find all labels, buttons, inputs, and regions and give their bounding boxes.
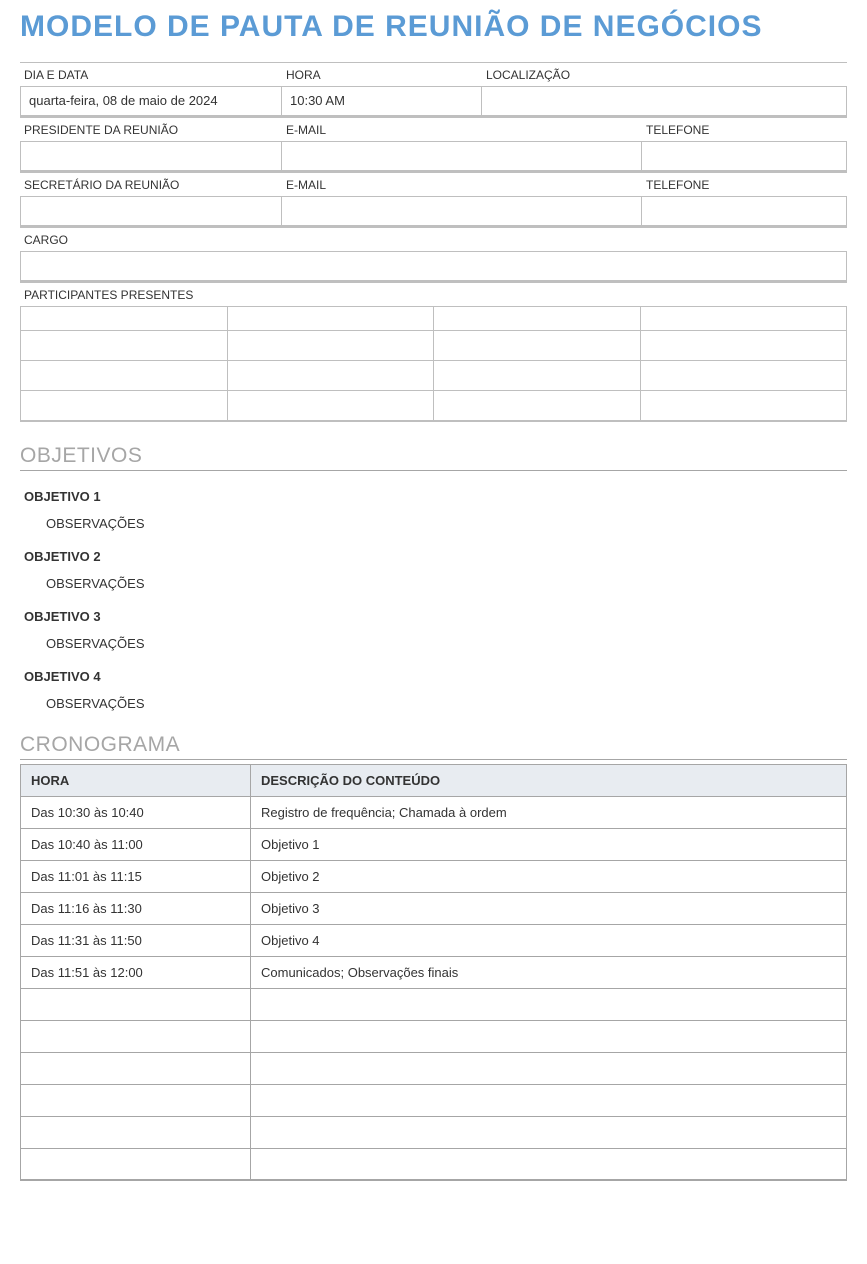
attendee-cell[interactable] — [434, 361, 641, 391]
secretary-email-field[interactable] — [282, 196, 642, 226]
secretary-phone-field[interactable] — [642, 196, 847, 226]
secretary-email-label: E-MAIL — [282, 173, 642, 196]
schedule-desc-cell[interactable]: Objetivo 3 — [251, 892, 847, 924]
schedule-row — [21, 1116, 847, 1148]
schedule-time-cell[interactable] — [21, 1116, 251, 1148]
schedule-desc-cell[interactable] — [251, 1052, 847, 1084]
chair-field[interactable] — [20, 141, 282, 171]
schedule-desc-cell[interactable] — [251, 988, 847, 1020]
schedule-time-cell[interactable]: Das 10:30 às 10:40 — [21, 796, 251, 828]
chair-phone-field[interactable] — [642, 141, 847, 171]
objective-title: OBJETIVO 4 — [24, 669, 847, 684]
objective-block: OBJETIVO 2 OBSERVAÇÕES — [20, 549, 847, 591]
secretary-label: SECRETÁRIO DA REUNIÃO — [20, 173, 282, 196]
schedule-row: Das 11:31 às 11:50Objetivo 4 — [21, 924, 847, 956]
attendee-cell[interactable] — [434, 307, 641, 331]
time-field[interactable]: 10:30 AM — [282, 86, 482, 116]
schedule-time-cell[interactable] — [21, 1084, 251, 1116]
objective-notes-label: OBSERVAÇÕES — [46, 576, 847, 591]
attendee-cell[interactable] — [21, 361, 228, 391]
objective-notes-label: OBSERVAÇÕES — [46, 516, 847, 531]
schedule-time-cell[interactable]: Das 11:16 às 11:30 — [21, 892, 251, 924]
schedule-heading: CRONOGRAMA — [20, 733, 847, 760]
schedule-row: Das 11:51 às 12:00Comunicados; Observaçõ… — [21, 956, 847, 988]
schedule-desc-cell[interactable]: Objetivo 4 — [251, 924, 847, 956]
schedule-desc-cell[interactable]: Objetivo 2 — [251, 860, 847, 892]
objective-block: OBJETIVO 3 OBSERVAÇÕES — [20, 609, 847, 651]
objective-notes-label: OBSERVAÇÕES — [46, 696, 847, 711]
schedule-header-desc: DESCRIÇÃO DO CONTEÚDO — [251, 764, 847, 796]
schedule-row: Das 11:16 às 11:30Objetivo 3 — [21, 892, 847, 924]
attendee-cell[interactable] — [434, 331, 641, 361]
schedule-desc-cell[interactable]: Registro de frequência; Chamada à ordem — [251, 796, 847, 828]
schedule-row — [21, 1052, 847, 1084]
day-date-label: DIA E DATA — [20, 63, 282, 86]
objectives-heading: OBJETIVOS — [20, 444, 847, 471]
schedule-table: HORA DESCRIÇÃO DO CONTEÚDO Das 10:30 às … — [20, 764, 847, 1182]
attendees-label: PARTICIPANTES PRESENTES — [20, 283, 847, 306]
attendee-cell[interactable] — [640, 331, 847, 361]
chair-phone-label: TELEFONE — [642, 118, 847, 141]
attendee-cell[interactable] — [21, 331, 228, 361]
objective-block: OBJETIVO 1 OBSERVAÇÕES — [20, 489, 847, 531]
schedule-header-time: HORA — [21, 764, 251, 796]
schedule-desc-cell[interactable] — [251, 1148, 847, 1180]
page-title: MODELO DE PAUTA DE REUNIÃO DE NEGÓCIOS — [20, 10, 847, 44]
attendee-cell[interactable] — [227, 331, 434, 361]
schedule-desc-cell[interactable] — [251, 1020, 847, 1052]
objective-title: OBJETIVO 3 — [24, 609, 847, 624]
attendee-cell[interactable] — [227, 307, 434, 331]
schedule-time-cell[interactable] — [21, 1052, 251, 1084]
schedule-desc-cell[interactable] — [251, 1116, 847, 1148]
attendee-cell[interactable] — [640, 361, 847, 391]
schedule-time-cell[interactable] — [21, 1020, 251, 1052]
objective-block: OBJETIVO 4 OBSERVAÇÕES — [20, 669, 847, 711]
schedule-time-cell[interactable] — [21, 1148, 251, 1180]
schedule-time-cell[interactable]: Das 10:40 às 11:00 — [21, 828, 251, 860]
schedule-time-cell[interactable]: Das 11:31 às 11:50 — [21, 924, 251, 956]
attendee-cell[interactable] — [21, 307, 228, 331]
time-label: HORA — [282, 63, 482, 86]
attendee-cell[interactable] — [21, 391, 228, 421]
schedule-row — [21, 988, 847, 1020]
schedule-row: Das 11:01 às 11:15Objetivo 2 — [21, 860, 847, 892]
chair-label: PRESIDENTE DA REUNIÃO — [20, 118, 282, 141]
location-field[interactable] — [482, 86, 847, 116]
role-field[interactable] — [20, 251, 847, 281]
schedule-desc-cell[interactable] — [251, 1084, 847, 1116]
secretary-phone-label: TELEFONE — [642, 173, 847, 196]
attendee-cell[interactable] — [640, 391, 847, 421]
chair-email-label: E-MAIL — [282, 118, 642, 141]
schedule-time-cell[interactable]: Das 11:51 às 12:00 — [21, 956, 251, 988]
attendee-cell[interactable] — [227, 361, 434, 391]
objective-notes-label: OBSERVAÇÕES — [46, 636, 847, 651]
role-label: CARGO — [20, 228, 847, 251]
day-date-field[interactable]: quarta-feira, 08 de maio de 2024 — [20, 86, 282, 116]
schedule-row: Das 10:40 às 11:00Objetivo 1 — [21, 828, 847, 860]
attendee-cell[interactable] — [640, 307, 847, 331]
attendee-cell[interactable] — [434, 391, 641, 421]
objective-title: OBJETIVO 2 — [24, 549, 847, 564]
location-label: LOCALIZAÇÃO — [482, 63, 847, 86]
objective-title: OBJETIVO 1 — [24, 489, 847, 504]
chair-email-field[interactable] — [282, 141, 642, 171]
schedule-desc-cell[interactable]: Objetivo 1 — [251, 828, 847, 860]
schedule-row — [21, 1148, 847, 1180]
schedule-row: Das 10:30 às 10:40Registro de frequência… — [21, 796, 847, 828]
schedule-row — [21, 1020, 847, 1052]
attendees-table — [20, 306, 847, 422]
schedule-desc-cell[interactable]: Comunicados; Observações finais — [251, 956, 847, 988]
schedule-time-cell[interactable] — [21, 988, 251, 1020]
secretary-field[interactable] — [20, 196, 282, 226]
schedule-time-cell[interactable]: Das 11:01 às 11:15 — [21, 860, 251, 892]
schedule-row — [21, 1084, 847, 1116]
attendee-cell[interactable] — [227, 391, 434, 421]
